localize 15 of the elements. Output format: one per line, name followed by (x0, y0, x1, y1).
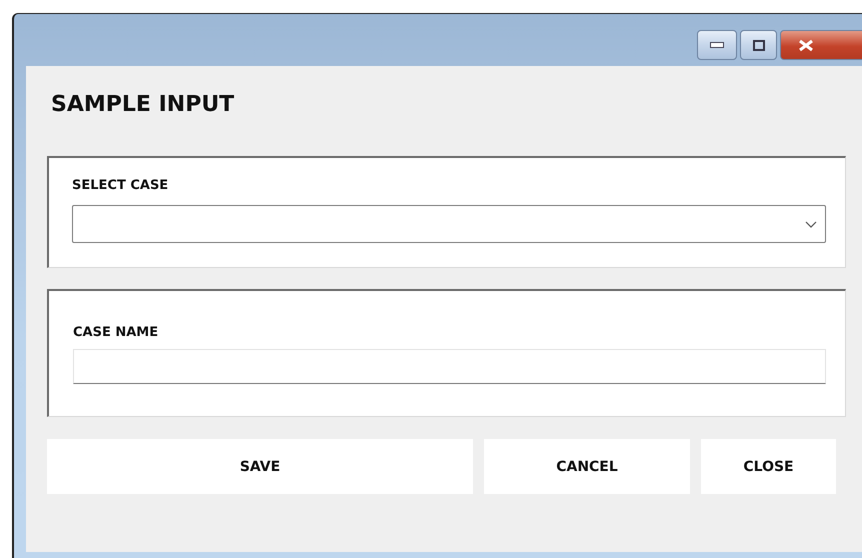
maximize-icon (752, 40, 764, 50)
action-button[interactable]: CANCEL (484, 439, 690, 494)
action-button[interactable]: SAVE (47, 439, 473, 494)
input-field[interactable] (73, 349, 826, 384)
close-button[interactable] (780, 30, 862, 60)
field-label: CASE NAME (73, 325, 160, 340)
field-label: SELECT CASE (72, 178, 170, 193)
minimize-icon (710, 42, 724, 48)
minimize-button[interactable] (697, 30, 737, 60)
maximize-button[interactable] (740, 30, 777, 60)
chevron-down-icon (805, 220, 817, 228)
close-icon (798, 38, 814, 52)
dialog-heading: SAMPLE INPUT (51, 92, 236, 118)
case-dropdown[interactable] (72, 205, 826, 243)
action-button[interactable]: CLOSE (701, 439, 836, 494)
